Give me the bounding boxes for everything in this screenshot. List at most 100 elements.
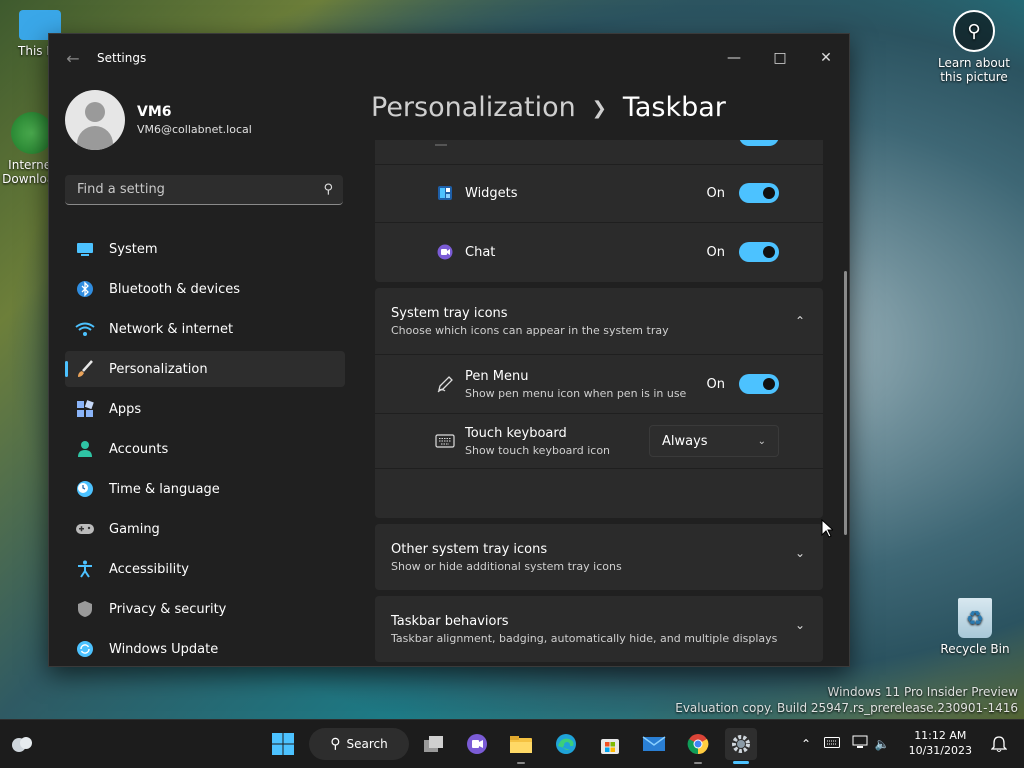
desktop-icon-label: Recycle Bin: [940, 642, 1010, 656]
clock-time: 11:12 AM: [914, 729, 967, 742]
clock-globe-icon: [75, 479, 95, 499]
sidebar-item-gaming[interactable]: Gaming: [65, 511, 345, 547]
maximize-button[interactable]: □: [757, 42, 803, 74]
minimize-button[interactable]: —: [711, 42, 757, 74]
taskbar-behaviors-title: Taskbar behaviors: [391, 613, 509, 629]
start-button[interactable]: [267, 728, 299, 760]
weather-widget-icon[interactable]: [6, 728, 38, 760]
chevron-down-icon: ⌄: [757, 435, 766, 447]
chat-state: On: [706, 244, 725, 260]
close-button[interactable]: ✕: [803, 42, 849, 74]
monitor-icon: [75, 239, 95, 259]
network-monitor-icon[interactable]: [848, 735, 872, 753]
search-box[interactable]: ⚲: [65, 175, 343, 205]
mail-icon[interactable]: [638, 728, 670, 760]
user-profile[interactable]: VM6 VM6@collabnet.local: [49, 82, 361, 151]
mouse-cursor-icon: [821, 519, 833, 538]
chevron-right-icon: ❯: [591, 98, 607, 119]
keyboard-icon[interactable]: [816, 736, 848, 752]
edge-browser-icon[interactable]: [550, 728, 582, 760]
task-view-button[interactable]: [418, 728, 450, 760]
other-tray-description: Show or hide additional system tray icon…: [391, 559, 622, 573]
taskbar-items-card: Widgets On Chat On: [375, 140, 823, 282]
sidebar-item-apps[interactable]: Apps: [65, 391, 345, 427]
other-tray-header[interactable]: Other system tray icons Show or hide add…: [375, 524, 823, 590]
avatar: [65, 90, 125, 150]
settings-scroll-area[interactable]: Widgets On Chat On System tray icons Cho…: [375, 140, 823, 666]
sidebar-item-system[interactable]: System: [65, 231, 345, 267]
person-icon: [75, 439, 95, 459]
volume-muted-icon[interactable]: 🔈: [872, 737, 892, 751]
chevron-down-icon[interactable]: ⌄: [795, 546, 805, 560]
touch-keyboard-value: Always: [662, 433, 708, 449]
widgets-icon: [435, 185, 455, 201]
user-name: VM6: [137, 104, 172, 120]
sidebar-item-personalization[interactable]: Personalization: [65, 351, 345, 387]
taskbar-behaviors-card[interactable]: Taskbar behaviors Taskbar alignment, bad…: [375, 596, 823, 662]
settings-app-icon[interactable]: [725, 728, 757, 764]
other-tray-card[interactable]: Other system tray icons Show or hide add…: [375, 524, 823, 590]
watermark-line: Evaluation copy. Build 25947.rs_prerelea…: [675, 701, 1018, 715]
sidebar-item-accounts[interactable]: Accounts: [65, 431, 345, 467]
touch-keyboard-description: Show touch keyboard icon: [465, 443, 611, 457]
file-explorer-icon[interactable]: [505, 728, 537, 764]
apps-icon: [75, 399, 95, 419]
breadcrumb: Personalization ❯ Taskbar: [371, 92, 726, 123]
sidebar-item-network[interactable]: Network & internet: [65, 311, 345, 347]
search-icon[interactable]: ⚲: [323, 182, 333, 197]
accessibility-icon: [75, 559, 95, 579]
microsoft-store-icon[interactable]: [594, 728, 626, 760]
breadcrumb-parent[interactable]: Personalization: [371, 92, 576, 123]
other-tray-title: Other system tray icons: [391, 541, 548, 557]
sidebar-item-windows-update[interactable]: Windows Update: [65, 631, 345, 666]
sidebar-item-label: System: [109, 241, 158, 257]
system-tray-header[interactable]: System tray icons Choose which icons can…: [375, 288, 823, 354]
nav-list: System Bluetooth & devices Network & int…: [49, 231, 361, 666]
desktop-icon-learn-about-picture[interactable]: ⚲ Learn about this picture: [934, 10, 1014, 84]
notification-bell-icon[interactable]: [983, 728, 1015, 760]
sidebar-item-label: Apps: [109, 401, 142, 417]
sidebar-item-label: Privacy & security: [109, 601, 227, 617]
sidebar-item-time-language[interactable]: Time & language: [65, 471, 345, 507]
taskbar-behaviors-header[interactable]: Taskbar behaviors Taskbar alignment, bad…: [375, 596, 823, 662]
desktop-icon-recycle-bin[interactable]: ♻ Recycle Bin: [935, 598, 1015, 656]
taskbar-clock[interactable]: 11:12 AM 10/31/2023: [909, 728, 972, 758]
scrollbar[interactable]: [844, 271, 847, 535]
teams-chat-icon[interactable]: [461, 728, 493, 760]
window-title: Settings: [97, 51, 147, 65]
taskbar: ⚲ Search ⌃ 🔈 11:12 AM 10/31/2023: [0, 719, 1024, 768]
pen-menu-row: Pen Menu Show pen menu icon when pen is …: [375, 355, 823, 413]
chat-toggle[interactable]: [739, 242, 779, 262]
keyboard-icon: [435, 434, 455, 448]
pen-menu-description: Show pen menu icon when pen is in use: [465, 386, 687, 400]
wifi-icon: [75, 319, 95, 339]
sidebar-item-label: Windows Update: [109, 641, 219, 657]
widgets-row: Widgets On: [375, 164, 823, 222]
clock-date: 10/31/2023: [908, 744, 972, 757]
brush-icon: [75, 359, 95, 379]
sidebar-item-accessibility[interactable]: Accessibility: [65, 551, 345, 587]
divider: [375, 468, 823, 469]
back-arrow-icon[interactable]: ←: [49, 49, 97, 68]
sidebar-item-bluetooth[interactable]: Bluetooth & devices: [65, 271, 345, 307]
pen-menu-toggle[interactable]: [739, 374, 779, 394]
widgets-toggle[interactable]: [739, 183, 779, 203]
settings-window: ← Settings — □ ✕ VM6 VM6@collabnet.local…: [48, 33, 850, 667]
taskbar-search-button[interactable]: ⚲ Search: [309, 728, 409, 760]
pen-menu-state: On: [706, 376, 725, 392]
desktop-icon-label: this picture: [940, 70, 1008, 84]
sidebar-item-privacy-security[interactable]: Privacy & security: [65, 591, 345, 627]
chevron-up-icon[interactable]: ⌃: [795, 314, 805, 328]
search-input[interactable]: [75, 181, 324, 198]
sidebar-item-label: Gaming: [109, 521, 160, 537]
sidebar-item-label: Time & language: [109, 481, 220, 497]
touch-keyboard-dropdown[interactable]: Always ⌄: [649, 425, 779, 457]
system-tray-card: System tray icons Choose which icons can…: [375, 288, 823, 518]
touch-keyboard-row: Touch keyboard Show touch keyboard icon …: [375, 414, 823, 468]
page-title: Taskbar: [622, 92, 726, 123]
pen-menu-label: Pen Menu: [465, 368, 529, 384]
chrome-browser-icon[interactable]: [682, 728, 714, 764]
chevron-down-icon[interactable]: ⌄: [795, 618, 805, 632]
chevron-up-icon[interactable]: ⌃: [796, 737, 816, 751]
camera-info-icon: ⚲: [953, 10, 995, 52]
